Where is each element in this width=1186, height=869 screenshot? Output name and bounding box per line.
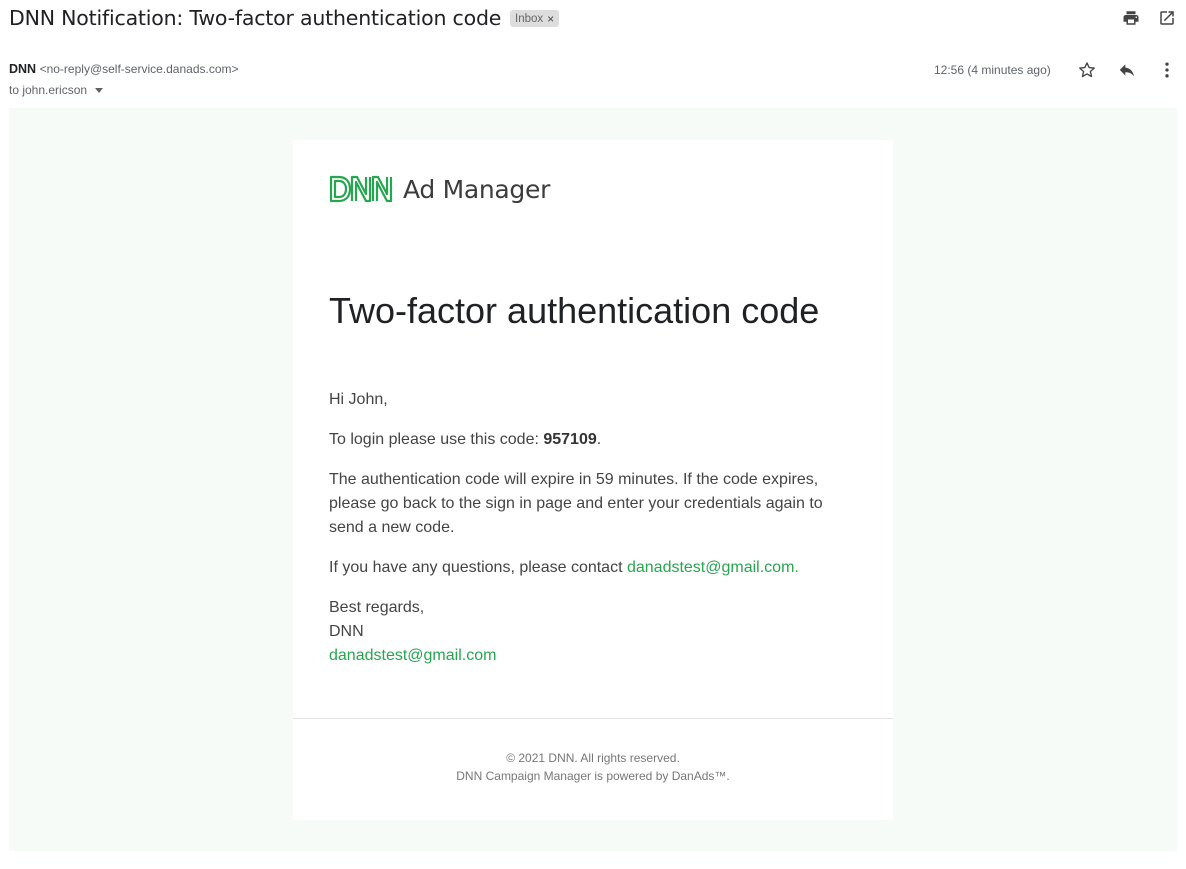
signature-block: Best regards, DNN danadstest@gmail.com	[329, 596, 849, 668]
code-suffix: .	[596, 431, 602, 448]
remove-label-icon[interactable]: ×	[547, 12, 554, 26]
greeting: Hi John,	[329, 391, 388, 408]
dnn-ad-manager-logo: Ad Manager	[329, 174, 550, 204]
code-line: To login please use this code: 957109.	[329, 428, 849, 452]
footer-powered-by: DNN Campaign Manager is powered by DanAd…	[456, 769, 730, 783]
email-card: Ad Manager Two-factor authentication cod…	[293, 140, 893, 820]
signature-email-link[interactable]: danadstest@gmail.com	[329, 647, 496, 664]
sender-name[interactable]: DNN	[9, 62, 36, 76]
expire-paragraph: The authentication code will expire in 5…	[329, 471, 823, 536]
more-vertical-icon[interactable]	[1156, 59, 1178, 81]
open-in-new-window-icon[interactable]	[1157, 8, 1177, 28]
logo-text: Ad Manager	[403, 174, 551, 204]
dnn-logo-mark	[329, 175, 393, 203]
reply-icon[interactable]	[1116, 59, 1138, 81]
auth-code: 957109	[543, 431, 597, 448]
sender-email: <no-reply@self-service.danads.com>	[39, 62, 239, 76]
contact-email-link[interactable]: danadstest@gmail.com.	[627, 559, 799, 576]
label-name: Inbox	[515, 13, 544, 25]
regards-text: Best regards,	[329, 599, 425, 616]
email-timestamp: 12:56 (4 minutes ago)	[934, 63, 1051, 77]
signature-name: DNN	[329, 623, 364, 640]
subject-bar: DNN Notification: Two-factor authenticat…	[0, 0, 1186, 40]
email-heading: Two-factor authentication code	[329, 290, 820, 331]
sender-line: DNN <no-reply@self-service.danads.com>	[9, 62, 239, 76]
footer-divider	[293, 718, 893, 719]
inbox-label-chip[interactable]: Inbox ×	[510, 10, 560, 27]
questions-line: If you have any questions, please contac…	[329, 556, 849, 580]
recipient-line[interactable]: to john.ericson	[9, 83, 104, 97]
questions-prefix: If you have any questions, please contac…	[329, 559, 627, 576]
recipient-text: to john.ericson	[9, 83, 88, 97]
print-icon[interactable]	[1121, 8, 1141, 28]
caret-down-icon[interactable]	[95, 88, 104, 93]
star-icon[interactable]	[1076, 59, 1098, 81]
email-subject: DNN Notification: Two-factor authenticat…	[9, 6, 502, 30]
footer-copyright: © 2021 DNN. All rights reserved.	[506, 751, 680, 765]
code-prefix: To login please use this code:	[329, 431, 544, 448]
